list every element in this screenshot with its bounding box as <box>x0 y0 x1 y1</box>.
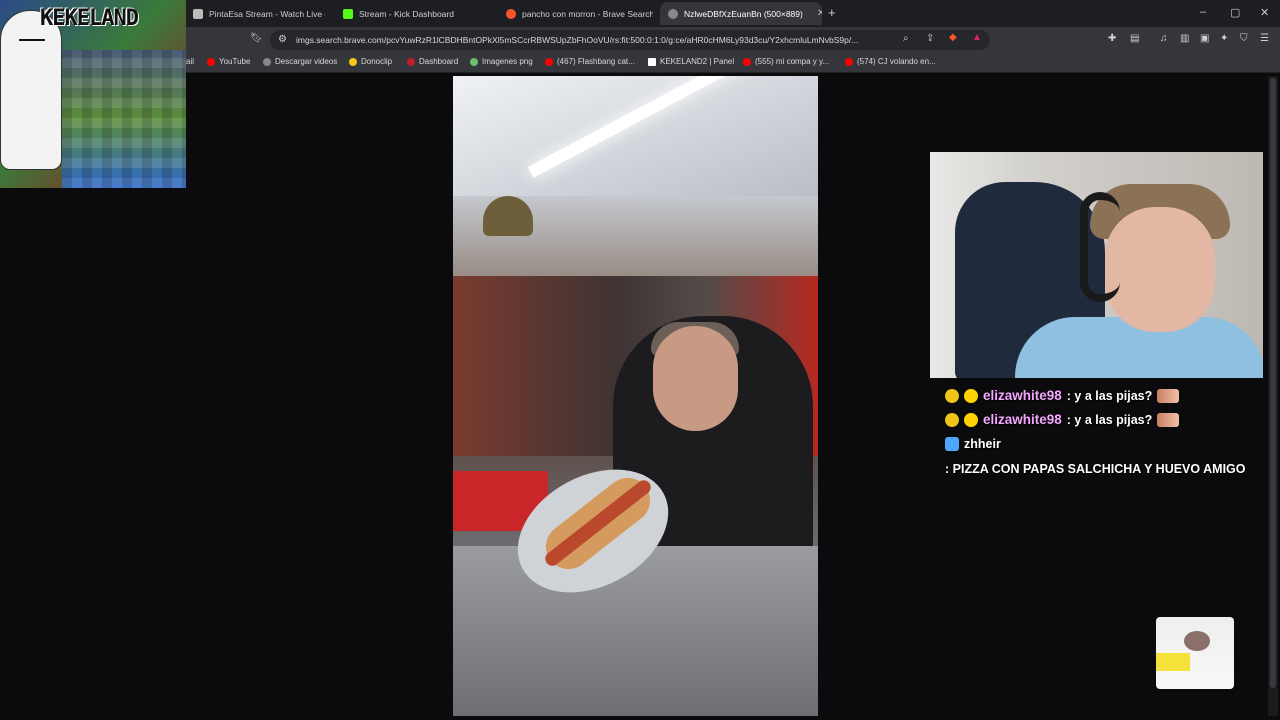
youtube-icon <box>207 57 215 66</box>
bookmark-dashboard[interactable]: Dashboard <box>407 57 458 66</box>
site-settings-icon[interactable]: ⚙︎ <box>278 34 287 45</box>
close-window-icon[interactable]: ✕ <box>1260 6 1269 19</box>
bookmark-descargar[interactable]: Descargar videos <box>263 57 337 66</box>
chat-text: : y a las pijas? <box>1066 389 1153 403</box>
zoom-icon[interactable]: ⌕ <box>903 33 909 44</box>
streamer-face <box>1105 207 1215 332</box>
donoclip-icon <box>349 57 357 66</box>
youtube-icon <box>743 57 751 66</box>
chat-text: : PIZZA CON PAPAS SALCHICHA Y HUEVO AMIG… <box>945 462 1246 476</box>
youtube-icon <box>845 57 853 66</box>
tab-title: PintaEsa Stream - Watch Live on <box>209 8 325 19</box>
bookmark-mi-compa[interactable]: (555) mi compa y y... <box>743 57 829 66</box>
chat-overlay: elizawhite98 : y a las pijas? elizawhite… <box>945 386 1265 483</box>
extensions-icon[interactable]: ✚ <box>1108 33 1116 44</box>
headset <box>1080 192 1120 302</box>
counter <box>453 546 818 716</box>
bookmark-flashbang[interactable]: (467) Flashbang cat... <box>545 57 635 66</box>
media-icon[interactable]: ♫ <box>1160 33 1168 44</box>
emote-icon <box>1157 413 1180 427</box>
bookmark-icon[interactable]: 🔖︎ <box>250 33 263 44</box>
kick-logo-icon <box>343 8 353 19</box>
tab-brave-search[interactable]: pancho con morron - Brave Search <box>498 2 653 25</box>
bookmark-mail[interactable]: ail <box>186 57 194 66</box>
image-icon <box>470 57 478 66</box>
new-tab-button[interactable]: + <box>828 5 836 20</box>
bookmarks-bar: ail YouTube Descargar videos Donoclip Da… <box>0 53 1280 73</box>
tab-title: NzlweDBfXzEuanBn (500×889) <box>684 8 803 19</box>
menu-icon[interactable]: ☰ <box>1260 33 1269 44</box>
chat-text: : y a las pijas? <box>1066 413 1153 427</box>
chat-username: elizawhite98 <box>983 412 1062 427</box>
info-badge-icon <box>964 389 978 403</box>
brave-search-icon <box>506 8 516 19</box>
page-scrollbar[interactable] <box>1268 76 1278 716</box>
overlay-brand: KEKELAND <box>40 6 139 31</box>
tab-image-active[interactable]: NzlweDBfXzEuanBn (500×889) ✕ <box>660 2 822 25</box>
sub-badge-icon <box>945 413 959 427</box>
dashboard-icon <box>407 57 415 66</box>
brave-shields-icon[interactable]: ◆ <box>949 32 957 43</box>
brave-rewards-icon[interactable]: ▲ <box>972 32 982 43</box>
bell <box>483 196 533 236</box>
panel-icon <box>648 57 656 66</box>
minimize-icon[interactable]: – <box>1200 6 1206 18</box>
sidebar-icon[interactable]: ▥ <box>1180 33 1189 44</box>
muted-speaker-icon <box>193 8 203 19</box>
stream-logo-overlay: KEKELAND <box>0 0 186 188</box>
info-badge-icon <box>964 413 978 427</box>
chat-username: elizawhite98 <box>983 388 1062 403</box>
bookmark-cj-volando[interactable]: (574) CJ volando en... <box>845 57 936 66</box>
chat-message: elizawhite98 : y a las pijas? <box>945 386 1265 406</box>
bookmark-donoclip[interactable]: Donoclip <box>349 57 392 66</box>
hotdog-photo[interactable] <box>453 76 818 716</box>
chat-message: zhheir : PIZZA CON PAPAS SALCHICHA Y HUE… <box>945 434 1265 479</box>
youtube-icon <box>545 57 553 66</box>
vpn-icon[interactable]: ▣ <box>1200 33 1209 44</box>
url-text: imgs.search.brave.com/pcvYuwRzR1lCBDHBnt… <box>296 35 859 45</box>
mini-overlay-image <box>1156 617 1234 689</box>
maximize-icon[interactable]: ▢ <box>1230 6 1240 19</box>
tab-title: Stream - Kick Dashboard <box>359 8 454 19</box>
address-toolbar: 🔖︎ ⚙︎ imgs.search.brave.com/pcvYuwRzR1lC… <box>0 27 1280 53</box>
tab-bar: PintaEsa Stream - Watch Live on Stream -… <box>0 0 1280 27</box>
bookmark-youtube[interactable]: YouTube <box>207 57 250 66</box>
chat-message: elizawhite98 : y a las pijas? <box>945 410 1265 430</box>
bookmark-imagenes[interactable]: Imagenes png <box>470 57 533 66</box>
bookmark-kekeland-panel[interactable]: KEKELAND2 | Panel <box>648 57 734 66</box>
tab-title: pancho con morron - Brave Search <box>522 8 653 19</box>
url-field[interactable]: ⚙︎ imgs.search.brave.com/pcvYuwRzR1lCBDH… <box>270 30 990 50</box>
webcam-feed <box>930 152 1263 378</box>
wallet-icon[interactable]: ▤ <box>1130 33 1139 44</box>
sub-badge-icon <box>945 389 959 403</box>
download-icon <box>263 57 271 66</box>
globe-icon <box>668 8 678 19</box>
emote-icon <box>1157 389 1180 403</box>
shield-icon[interactable]: ⛉ <box>1240 33 1248 44</box>
prime-badge-icon <box>945 437 959 451</box>
tab-pintaesa-stream[interactable]: PintaEsa Stream - Watch Live on <box>185 2 325 25</box>
scrollbar-thumb[interactable] <box>1270 78 1276 688</box>
chat-username: zhheir <box>964 437 1001 451</box>
share-icon[interactable]: ⇪ <box>926 33 934 44</box>
leo-ai-icon[interactable]: ✦ <box>1220 33 1228 44</box>
meme-face <box>0 10 62 170</box>
tab-kick-dashboard[interactable]: Stream - Kick Dashboard <box>335 2 485 25</box>
close-tab-icon[interactable]: ✕ <box>817 8 822 19</box>
